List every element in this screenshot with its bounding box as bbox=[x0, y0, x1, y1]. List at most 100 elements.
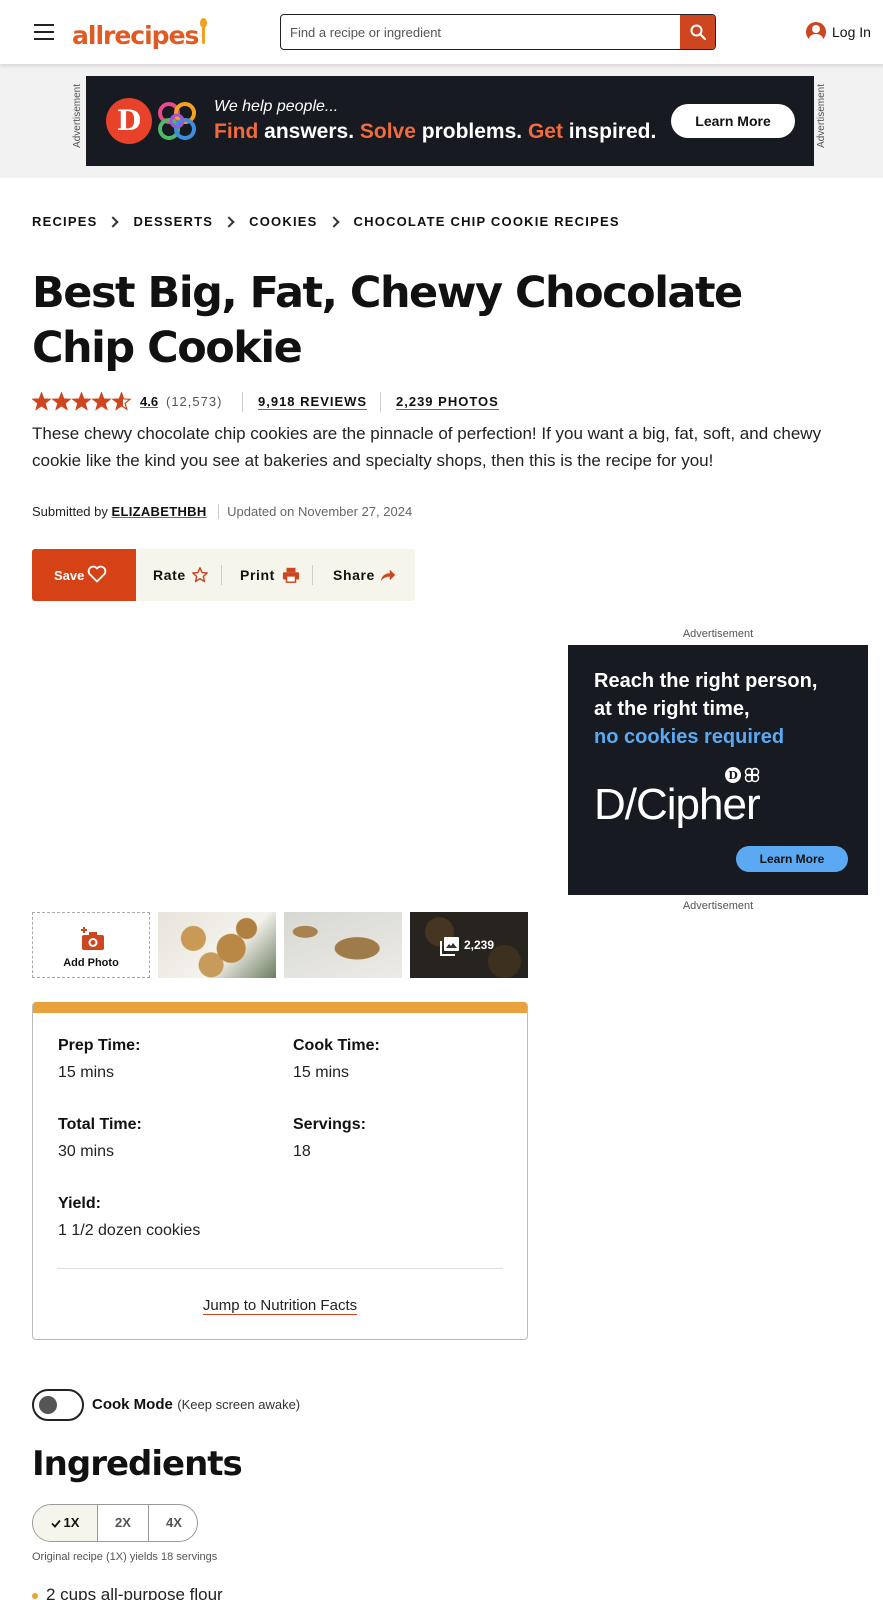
right-ad-learn-more-button[interactable]: Learn More bbox=[736, 846, 848, 872]
divider bbox=[380, 392, 381, 412]
print-button[interactable]: Print bbox=[240, 549, 310, 601]
cook-mode-toggle[interactable] bbox=[32, 1389, 84, 1421]
scale-1x-label: 1X bbox=[63, 1515, 80, 1530]
ad-label-bottom: Advertisement bbox=[682, 900, 754, 912]
star-outline-icon bbox=[192, 567, 208, 583]
cook-mode-subtitle: (Keep screen awake) bbox=[177, 1397, 301, 1412]
photo-thumbnail[interactable] bbox=[158, 912, 276, 978]
chevron-right-icon bbox=[107, 216, 120, 228]
search-input[interactable] bbox=[281, 15, 681, 49]
star-icon bbox=[111, 392, 132, 411]
nutrition-link-label: Jump to Nutrition Facts bbox=[202, 1297, 358, 1315]
headline-line-3: no cookies required bbox=[594, 726, 785, 748]
site-header: allrecipes Log In bbox=[0, 0, 883, 64]
rating-stars[interactable] bbox=[32, 392, 132, 412]
login-label: Log In bbox=[832, 24, 871, 40]
ingredients-heading: Ingredients bbox=[32, 1444, 243, 1484]
breadcrumb: RECIPES DESSERTS COOKIES CHOCOLATE CHIP COO… bbox=[32, 213, 620, 231]
ingredient-item: 2 cups all-purpose flour bbox=[32, 1585, 223, 1600]
divider bbox=[312, 565, 313, 585]
scale-option-4x[interactable]: 4X bbox=[149, 1505, 197, 1541]
photo-strip: Add Photo 2,239 bbox=[32, 912, 528, 978]
rating-value[interactable]: 4.6 bbox=[140, 394, 158, 409]
ad-word-problems: problems. bbox=[415, 120, 528, 143]
breadcrumb-chocolate-chip[interactable]: CHOCOLATE CHIP COOKIE RECIPES bbox=[354, 214, 620, 229]
search-button[interactable] bbox=[680, 15, 715, 49]
add-photo-label: Add Photo bbox=[63, 957, 119, 969]
cook-time-label: Cook Time: bbox=[293, 1037, 380, 1054]
photo-thumbnail[interactable] bbox=[284, 912, 402, 978]
ad-label-right: Advertisement bbox=[816, 84, 827, 148]
spoon-icon bbox=[200, 18, 208, 46]
recipe-title: Best Big, Fat, Chewy Chocolate Chip Cook… bbox=[32, 268, 743, 373]
divider bbox=[242, 392, 243, 412]
submitted-by-label: Submitted by bbox=[32, 504, 108, 519]
share-button[interactable]: Share bbox=[333, 549, 407, 601]
share-label: Share bbox=[333, 567, 375, 583]
rate-button[interactable]: Rate bbox=[153, 549, 223, 601]
prep-time-label: Prep Time: bbox=[58, 1037, 141, 1054]
ad-label-top: Advertisement bbox=[682, 628, 754, 640]
star-icon bbox=[71, 392, 92, 411]
dcipher-brand: D/Cipher bbox=[594, 780, 761, 829]
cook-mode-title: Cook Mode bbox=[92, 1396, 173, 1413]
print-label: Print bbox=[240, 567, 275, 583]
right-ad-headline: Reach the right person, at the right tim… bbox=[594, 667, 864, 751]
star-icon bbox=[91, 392, 112, 411]
ad-learn-more-button[interactable]: Learn More bbox=[671, 104, 795, 138]
ad-word-find: Find bbox=[214, 120, 259, 143]
ad-headline: Find answers. Solve problems. Get inspir… bbox=[214, 120, 656, 144]
ad-word-solve: Solve bbox=[359, 120, 416, 143]
total-time-value: 30 mins bbox=[58, 1143, 115, 1160]
cook-mode-label: Cook Mode (Keep screen awake) bbox=[92, 1396, 300, 1414]
heart-icon bbox=[87, 565, 107, 583]
ad-word-get: Get bbox=[527, 120, 563, 143]
breadcrumb-recipes[interactable]: RECIPES bbox=[32, 214, 97, 229]
right-ad-banner[interactable]: Reach the right person, at the right tim… bbox=[568, 645, 868, 895]
top-ad-band: Advertisement D We help people... Find a… bbox=[0, 64, 883, 178]
search-bar bbox=[280, 14, 716, 50]
check-icon bbox=[50, 1519, 61, 1528]
updated-date: Updated on November 27, 2024 bbox=[218, 504, 413, 519]
ad-tagline: We help people... bbox=[214, 98, 339, 115]
scale-option-1x[interactable]: 1X bbox=[33, 1505, 97, 1541]
photo-count: 2,239 bbox=[464, 938, 495, 952]
save-button[interactable]: Save bbox=[32, 549, 136, 601]
ad-word-answers: answers. bbox=[258, 120, 360, 143]
user-icon bbox=[806, 22, 826, 42]
chevron-right-icon bbox=[327, 216, 340, 228]
ad-word-inspired: inspired. bbox=[562, 120, 657, 143]
yield-value: 1 1/2 dozen cookies bbox=[58, 1222, 201, 1239]
servings-value: 18 bbox=[293, 1143, 311, 1160]
recipe-details-card: Prep Time: 15 mins Cook Time: 15 mins To… bbox=[32, 1002, 528, 1340]
nutrition-facts-link[interactable]: Jump to Nutrition Facts bbox=[33, 1297, 527, 1315]
logo-text: allrecipes bbox=[72, 21, 199, 50]
photo-gallery-thumbnail[interactable]: 2,239 bbox=[410, 912, 528, 978]
menu-icon[interactable] bbox=[34, 24, 54, 40]
byline: Submitted by ELIZABETHBH Updated on Nove… bbox=[32, 504, 413, 519]
ingredient-text: 2 cups all-purpose flour bbox=[46, 1585, 223, 1600]
divider bbox=[57, 1268, 503, 1269]
headline-line-2: at the right time, bbox=[594, 698, 750, 720]
allrecipes-logo[interactable]: allrecipes bbox=[72, 16, 208, 50]
add-photo-button[interactable]: Add Photo bbox=[32, 912, 150, 978]
search-icon bbox=[690, 24, 707, 41]
bullet-icon bbox=[32, 1592, 38, 1599]
serving-scale-selector: 1X 2X 4X bbox=[32, 1504, 198, 1542]
save-label: Save bbox=[54, 568, 85, 583]
chevron-right-icon bbox=[223, 216, 235, 228]
photos-link[interactable]: 2,239 PHOTOS bbox=[396, 394, 499, 410]
top-ad-banner[interactable]: D We help people... Find answers. Solve … bbox=[86, 76, 814, 166]
breadcrumb-desserts[interactable]: DESSERTS bbox=[133, 214, 213, 229]
prep-time-value: 15 mins bbox=[58, 1064, 115, 1081]
reviews-link[interactable]: 9,918 REVIEWS bbox=[258, 394, 368, 410]
gallery-icon bbox=[440, 937, 459, 956]
details-accent-bar bbox=[33, 1002, 527, 1013]
author-link[interactable]: ELIZABETHBH bbox=[112, 504, 207, 519]
divider bbox=[221, 565, 222, 585]
breadcrumb-cookies[interactable]: COOKIES bbox=[249, 214, 317, 229]
rating-count: (12,573) bbox=[166, 394, 223, 409]
toggle-knob bbox=[39, 1396, 57, 1414]
scale-option-2x[interactable]: 2X bbox=[98, 1505, 148, 1541]
knot-logo-icon bbox=[158, 102, 196, 140]
